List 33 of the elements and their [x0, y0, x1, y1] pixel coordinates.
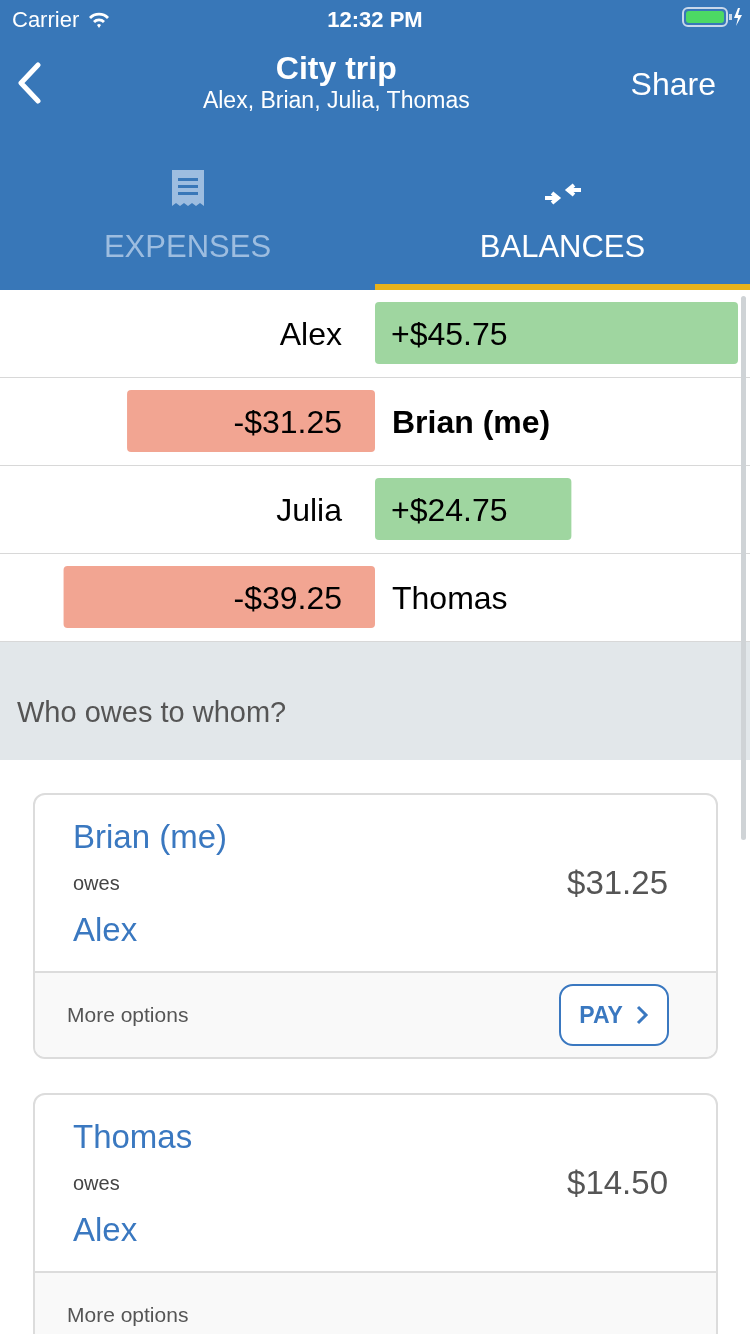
back-button[interactable]	[16, 62, 42, 104]
creditor-name: Alex	[73, 910, 139, 949]
person-name: Julia	[276, 492, 342, 528]
debtor-name: Brian (me)	[73, 817, 228, 856]
wifi-icon	[87, 11, 112, 29]
person-name: Alex	[279, 316, 342, 352]
debtor-name: Thomas	[73, 1117, 193, 1156]
owes-label: owes	[73, 1171, 121, 1195]
creditor-name: Alex	[73, 1210, 139, 1249]
debt-amount: $31.25	[567, 864, 668, 902]
receipt-icon	[169, 167, 206, 208]
participants-label: Alex, Brian, Julia, Thomas	[202, 87, 470, 114]
scroll-bar[interactable]	[741, 296, 746, 840]
battery-icon	[682, 6, 742, 28]
status-time: 12:32 PM	[327, 7, 423, 33]
chevron-icon	[634, 1004, 649, 1026]
section-header: Who owes to whom?	[0, 642, 750, 760]
trip-title: City trip	[275, 50, 397, 87]
balance-amount: -$31.25	[233, 404, 342, 440]
balance-amount: -$39.25	[233, 580, 342, 616]
owes-label: owes	[73, 871, 121, 895]
tab[interactable]: EXPENSES	[0, 136, 375, 284]
pay-button[interactable]: PAY	[559, 984, 669, 1046]
person-name: Brian (me)	[392, 404, 551, 440]
balance-amount: +$45.75	[391, 316, 508, 352]
more-options-link[interactable]: More options	[67, 1303, 189, 1327]
share-button[interactable]: Share	[630, 65, 734, 103]
debt-amount: $14.50	[567, 1164, 668, 1202]
balance-amount: +$24.75	[391, 492, 508, 528]
person-name: Thomas	[392, 580, 508, 616]
carrier-label: Carrier	[12, 7, 80, 33]
more-options-link[interactable]: More options	[67, 1003, 189, 1027]
tab[interactable]: BALANCES	[375, 136, 750, 284]
